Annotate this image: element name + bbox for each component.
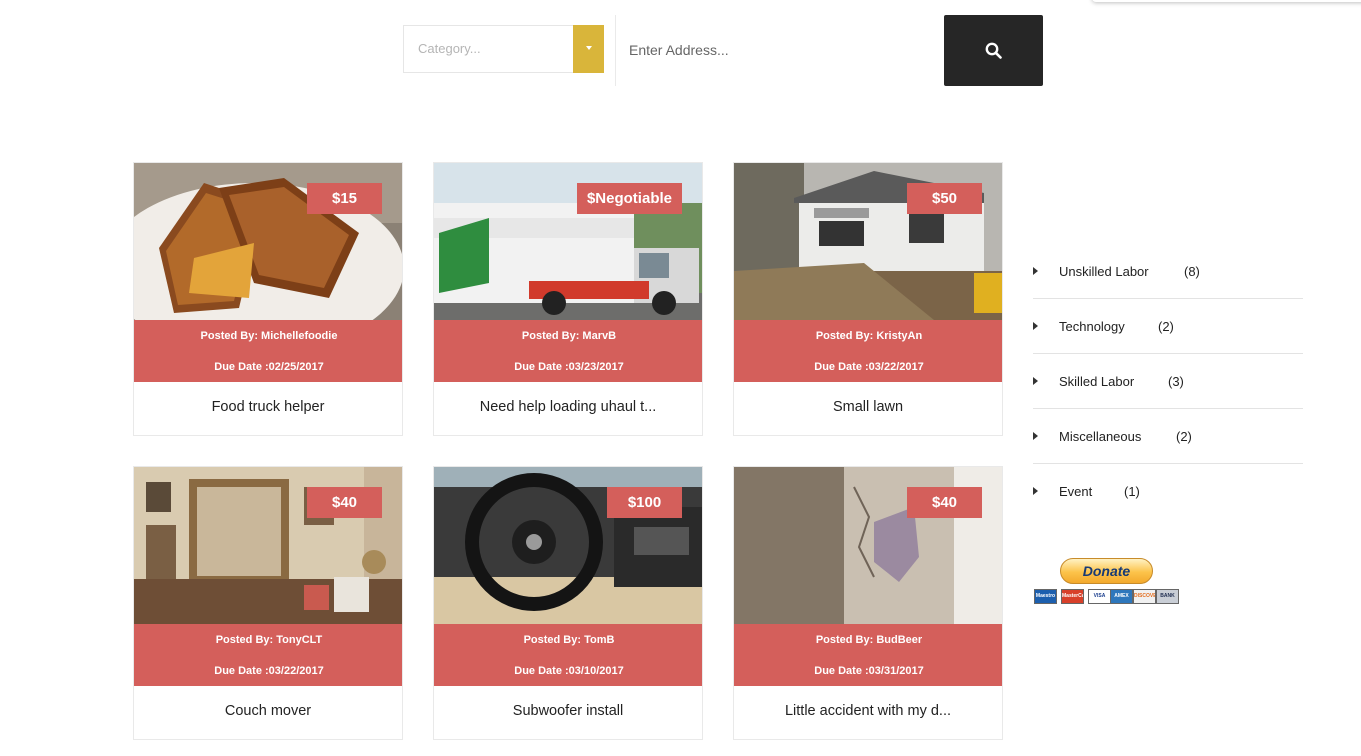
listing-info: Posted By: BudBeer Due Date :03/31/2017 [734, 624, 1002, 686]
listing-card[interactable]: $100 Posted By: TomB Due Date :03/10/201… [433, 466, 703, 740]
caret-down-icon [586, 46, 592, 50]
listing-title[interactable]: Food truck helper [134, 399, 402, 415]
price-badge: $50 [907, 183, 982, 214]
listing-info: Posted By: KristyAn Due Date :03/22/2017 [734, 320, 1002, 382]
listing-card[interactable]: $Negotiable Posted By: MarvB Due Date :0… [433, 162, 703, 436]
listing-title[interactable]: Need help loading uhaul t... [434, 399, 702, 415]
category-item-miscellaneous[interactable]: Miscellaneous (2) [1033, 409, 1303, 464]
listing-info: Posted By: TomB Due Date :03/10/2017 [434, 624, 702, 686]
due-date: Due Date :03/23/2017 [514, 361, 624, 373]
top-right-dropdown-edge [1092, 0, 1361, 2]
category-name: Skilled Labor [1059, 374, 1135, 389]
address-input[interactable] [616, 25, 941, 75]
due-date: Due Date :03/10/2017 [514, 665, 624, 677]
category-item-technology[interactable]: Technology (2) [1033, 299, 1303, 354]
category-name: Event [1059, 484, 1093, 499]
category-item-skilled-labor[interactable]: Skilled Labor (3) [1033, 354, 1303, 409]
category-name: Technology [1059, 319, 1125, 334]
discover-card-icon: DISCOVER [1133, 589, 1156, 604]
category-count: (3) [1168, 374, 1184, 389]
category-name: Unskilled Labor [1059, 264, 1149, 279]
listing-title[interactable]: Small lawn [734, 399, 1002, 415]
caret-right-icon [1033, 267, 1038, 275]
caret-right-icon [1033, 322, 1038, 330]
category-count: (1) [1124, 484, 1140, 499]
caret-right-icon [1033, 432, 1038, 440]
listing-info: Posted By: MarvB Due Date :03/23/2017 [434, 320, 702, 382]
maestro-card-icon: Maestro [1034, 589, 1057, 604]
listing-info: Posted By: TonyCLT Due Date :03/22/2017 [134, 624, 402, 686]
listing-title[interactable]: Couch mover [134, 703, 402, 719]
search-icon [985, 42, 1002, 59]
listing-card[interactable]: $50 Posted By: KristyAn Due Date :03/22/… [733, 162, 1003, 436]
category-dropdown-toggle[interactable] [573, 25, 604, 73]
price-badge: $Negotiable [576, 183, 682, 214]
search-button[interactable] [944, 15, 1043, 86]
due-date: Due Date :03/31/2017 [814, 665, 924, 677]
listing-card[interactable]: $40 Posted By: BudBeer Due Date :03/31/2… [733, 466, 1003, 740]
listing-title[interactable]: Little accident with my d... [734, 703, 1002, 719]
category-count: (2) [1176, 429, 1192, 444]
amex-card-icon: AMEX [1110, 589, 1133, 604]
posted-by: Posted By: Michellefoodie [200, 330, 338, 342]
listing-card[interactable]: $15 Posted By: Michellefoodie Due Date :… [133, 162, 403, 436]
category-name: Miscellaneous [1059, 429, 1142, 444]
due-date: Due Date :02/25/2017 [214, 361, 324, 373]
price-badge: $40 [307, 487, 382, 518]
category-list: Unskilled Labor (8) Technology (2) Skill… [1033, 244, 1303, 519]
due-date: Due Date :03/22/2017 [214, 665, 324, 677]
category-count: (8) [1184, 264, 1200, 279]
listing-card[interactable]: $40 Posted By: TonyCLT Due Date :03/22/2… [133, 466, 403, 740]
price-badge: $15 [307, 183, 382, 214]
caret-right-icon [1033, 377, 1038, 385]
category-count: (2) [1158, 319, 1174, 334]
mastercard-icon: MasterCard [1061, 589, 1084, 604]
posted-by: Posted By: KristyAn [815, 330, 923, 342]
bank-icon: BANK [1156, 589, 1179, 604]
caret-right-icon [1033, 487, 1038, 495]
category-select[interactable]: Category... [403, 25, 604, 73]
visa-card-icon: VISA [1088, 589, 1111, 604]
posted-by: Posted By: BudBeer [815, 634, 923, 646]
search-bar: Category... [403, 15, 1043, 86]
due-date: Due Date :03/22/2017 [814, 361, 924, 373]
posted-by: Posted By: TonyCLT [215, 634, 323, 646]
category-item-event[interactable]: Event (1) [1033, 464, 1303, 519]
listing-title[interactable]: Subwoofer install [434, 703, 702, 719]
posted-by: Posted By: TomB [523, 634, 615, 646]
price-badge: $100 [607, 487, 682, 518]
category-placeholder: Category... [418, 41, 481, 56]
donate-button[interactable]: Donate [1060, 558, 1153, 584]
listing-info: Posted By: Michellefoodie Due Date :02/2… [134, 320, 402, 382]
category-item-unskilled-labor[interactable]: Unskilled Labor (8) [1033, 244, 1303, 299]
posted-by: Posted By: MarvB [521, 330, 617, 342]
price-badge: $40 [907, 487, 982, 518]
